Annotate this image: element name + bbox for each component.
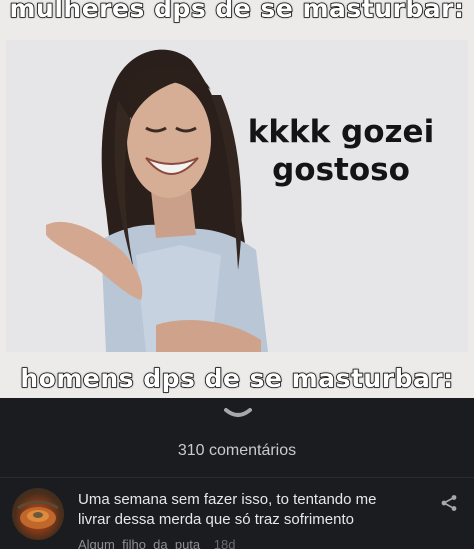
share-icon[interactable] xyxy=(440,494,458,512)
avatar-image xyxy=(17,500,59,529)
top-caption: mulheres dps de se masturbar: xyxy=(9,0,465,24)
chevron-down-icon[interactable] xyxy=(221,403,255,423)
comments-panel: 310 comentários Uma semana sem fazer iss… xyxy=(0,398,474,549)
comment-time: 18d xyxy=(213,537,236,549)
comment-meta: Algum_filho_da_puta 18d xyxy=(78,537,235,549)
comment-author[interactable]: Algum_filho_da_puta xyxy=(78,537,200,549)
speech-line-1: kkkk gozei xyxy=(247,114,435,150)
meme-image[interactable]: kkkk gozei gostoso mulheres dps de se ma… xyxy=(0,0,474,398)
avatar[interactable] xyxy=(12,488,64,540)
speech-line-2: gostoso xyxy=(272,152,410,188)
speech-text: kkkk gozei gostoso xyxy=(206,113,468,189)
meme-photo: kkkk gozei gostoso xyxy=(6,40,468,352)
comment-text: Uma semana sem fazer isso, to tentando m… xyxy=(78,491,377,528)
laughing-woman-illustration xyxy=(6,40,468,352)
comment-count[interactable]: 310 comentários xyxy=(0,442,474,460)
divider xyxy=(0,477,474,478)
bottom-caption: homens dps de se masturbar: xyxy=(20,363,454,394)
